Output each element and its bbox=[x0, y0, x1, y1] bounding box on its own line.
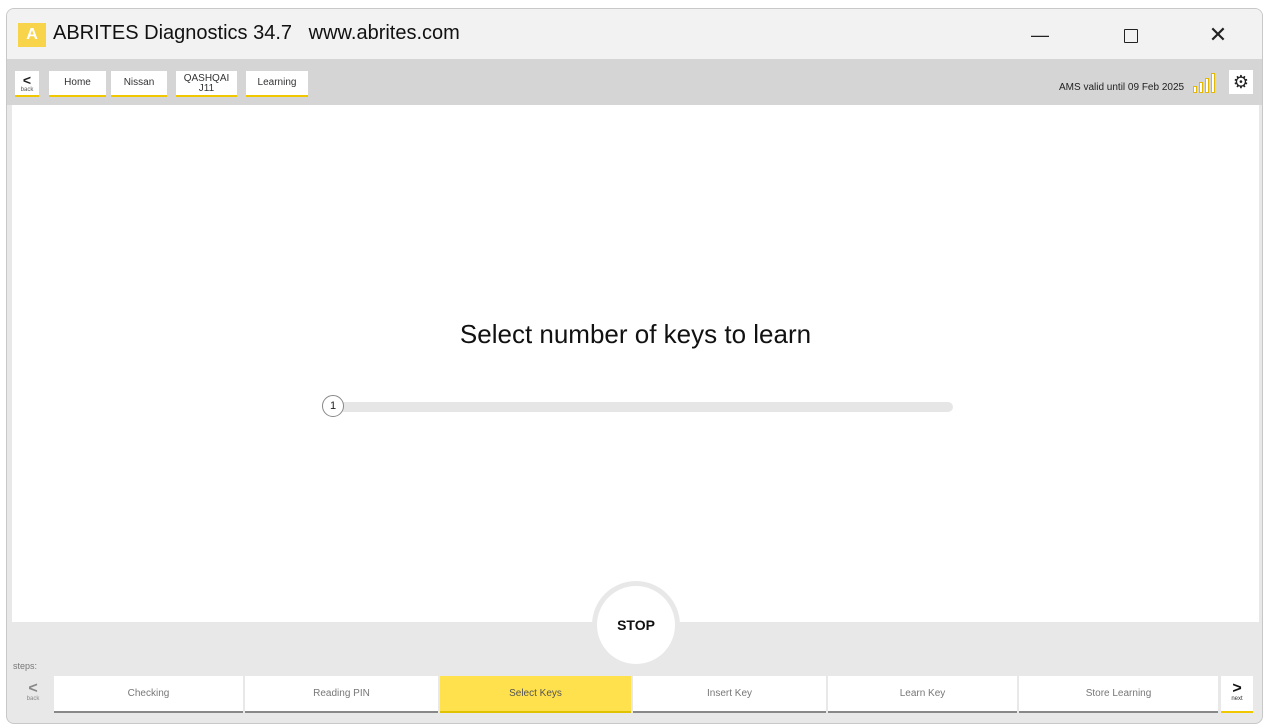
page-title: Select number of keys to learn bbox=[459, 319, 812, 349]
steps-next-button[interactable]: > next bbox=[1221, 676, 1253, 713]
maximize-button[interactable] bbox=[1108, 21, 1154, 49]
nav-back-label: back bbox=[20, 87, 34, 93]
step-insert-key: Insert Key bbox=[633, 676, 826, 713]
window-title: ABRITES Diagnostics 34.7 www.abrites.com bbox=[53, 22, 460, 44]
chevron-left-icon: < bbox=[28, 680, 38, 697]
chevron-left-icon: < bbox=[22, 72, 32, 88]
step-learn-key: Learn Key bbox=[828, 676, 1017, 713]
steps-back-button[interactable]: < back bbox=[15, 676, 51, 713]
breadcrumb-make[interactable]: Nissan bbox=[111, 71, 167, 97]
signal-strength-icon bbox=[1193, 71, 1219, 93]
stop-button[interactable]: STOP bbox=[597, 586, 675, 664]
step-reading-pin: Reading PIN bbox=[245, 676, 438, 713]
title-bar: A ABRITES Diagnostics 34.7 www.abrites.c… bbox=[7, 9, 1262, 59]
navigation-bar: < back Home Nissan QASHQAI J11 Learning … bbox=[7, 59, 1262, 105]
breadcrumb-model[interactable]: QASHQAI J11 bbox=[176, 71, 237, 97]
license-status-text: AMS valid until 09 Feb 2025 bbox=[1059, 82, 1185, 93]
minimize-button[interactable]: — bbox=[1017, 21, 1063, 49]
steps-next-label: next bbox=[1231, 696, 1243, 702]
close-button[interactable]: ✕ bbox=[1195, 21, 1241, 49]
step-store-learning: Store Learning bbox=[1019, 676, 1218, 713]
steps-back-label: back bbox=[26, 696, 40, 702]
main-content: Select number of keys to learn 1 bbox=[12, 105, 1259, 622]
settings-gear-icon[interactable]: ⚙ bbox=[1229, 70, 1253, 94]
app-window: A ABRITES Diagnostics 34.7 www.abrites.c… bbox=[6, 8, 1263, 724]
maximize-icon bbox=[1124, 29, 1138, 44]
step-select-keys: Select Keys bbox=[440, 676, 631, 713]
abrites-logo-icon: A bbox=[18, 23, 46, 47]
nav-back-button[interactable]: < back bbox=[15, 71, 39, 97]
key-count-slider-thumb[interactable]: 1 bbox=[322, 395, 344, 417]
steps-label: steps: bbox=[13, 661, 38, 671]
key-count-slider-track[interactable] bbox=[339, 402, 953, 412]
breadcrumb-function[interactable]: Learning bbox=[246, 71, 308, 97]
breadcrumb-home[interactable]: Home bbox=[49, 71, 106, 97]
breadcrumb-model-line2: J11 bbox=[198, 83, 215, 94]
step-checking: Checking bbox=[54, 676, 243, 713]
chevron-right-icon: > bbox=[1232, 680, 1242, 697]
